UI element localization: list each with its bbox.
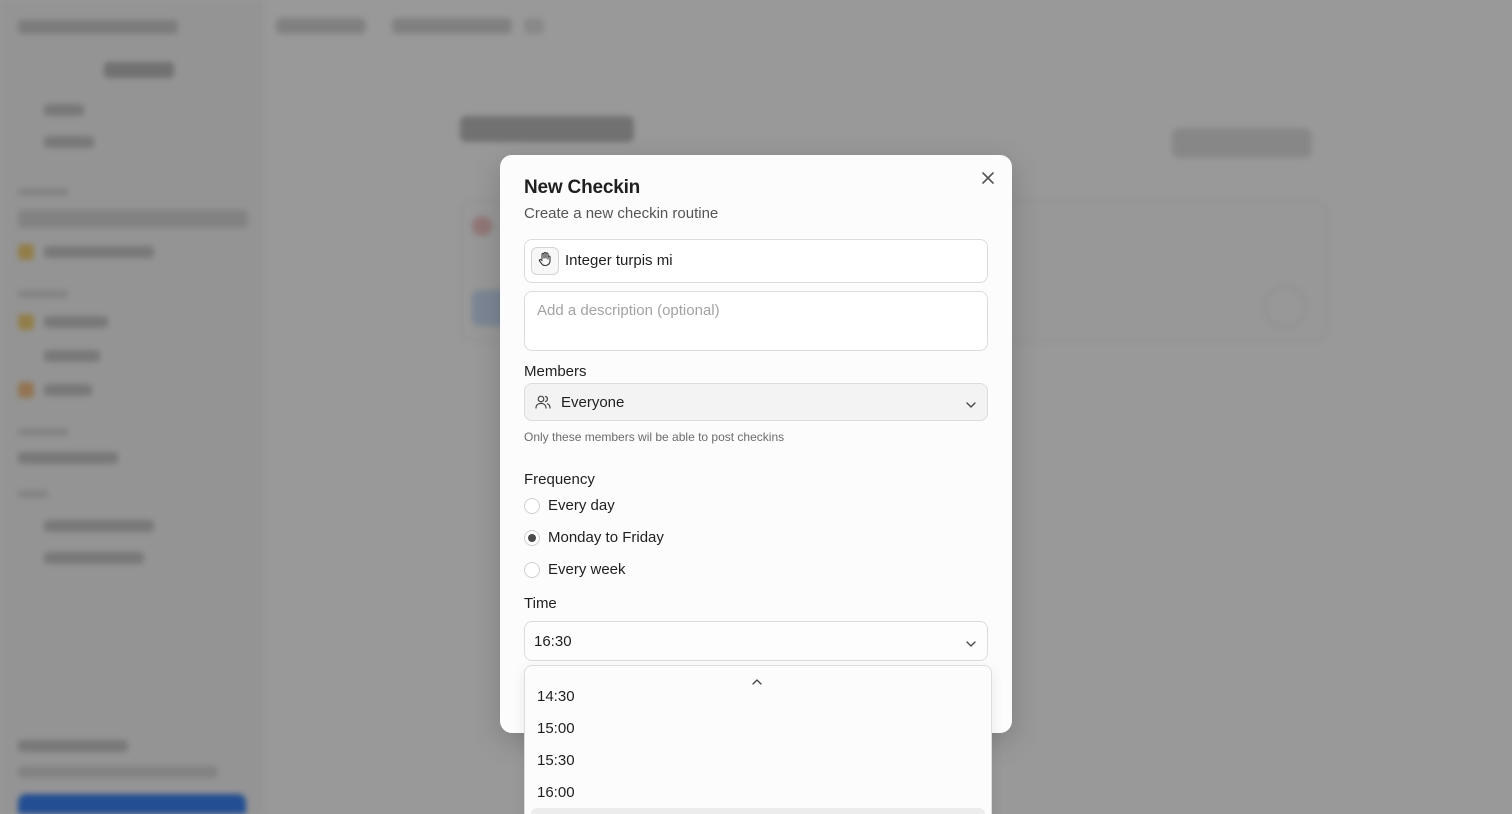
- users-icon: [534, 393, 552, 416]
- members-select[interactable]: Everyone: [524, 383, 988, 421]
- time-value: 16:30: [534, 633, 572, 650]
- radio-label: Monday to Friday: [548, 529, 664, 546]
- new-checkin-dialog: New Checkin Create a new checkin routine…: [500, 155, 1012, 733]
- close-icon: [981, 171, 995, 190]
- time-option-highlighted[interactable]: [531, 808, 985, 814]
- time-dropdown-list[interactable]: 14:30 15:00 15:30 16:00: [524, 665, 992, 814]
- checkin-name-value: Integer turpis mi: [565, 252, 673, 269]
- time-option[interactable]: 14:30: [537, 688, 575, 705]
- dialog-title: New Checkin: [524, 177, 641, 198]
- description-placeholder: Add a description (optional): [537, 302, 720, 319]
- radio-button[interactable]: [524, 498, 540, 514]
- time-label: Time: [524, 595, 557, 612]
- hand-icon: [537, 251, 553, 272]
- time-select[interactable]: 16:30: [524, 621, 988, 661]
- chevron-down-icon: [965, 636, 977, 654]
- frequency-label: Frequency: [524, 471, 595, 488]
- description-field[interactable]: Add a description (optional): [524, 291, 988, 351]
- members-hint: Only these members wil be able to post c…: [524, 430, 785, 444]
- emoji-picker-button[interactable]: [531, 247, 559, 275]
- members-value: Everyone: [561, 394, 625, 411]
- time-option[interactable]: 16:00: [537, 784, 575, 801]
- members-label: Members: [524, 363, 587, 380]
- radio-button[interactable]: [524, 562, 540, 578]
- radio-button-checked[interactable]: [524, 530, 540, 546]
- time-option[interactable]: 15:00: [537, 720, 575, 737]
- radio-label: Every week: [548, 561, 626, 578]
- radio-label: Every day: [548, 497, 615, 514]
- close-button[interactable]: [977, 169, 999, 191]
- checkin-name-field[interactable]: Integer turpis mi: [524, 239, 988, 283]
- time-option[interactable]: 15:30: [537, 752, 575, 769]
- chevron-up-icon[interactable]: [751, 674, 763, 692]
- dialog-subtitle: Create a new checkin routine: [524, 205, 719, 222]
- chevron-down-icon: [965, 397, 977, 415]
- app-window: New Checkin Create a new checkin routine…: [0, 0, 1512, 814]
